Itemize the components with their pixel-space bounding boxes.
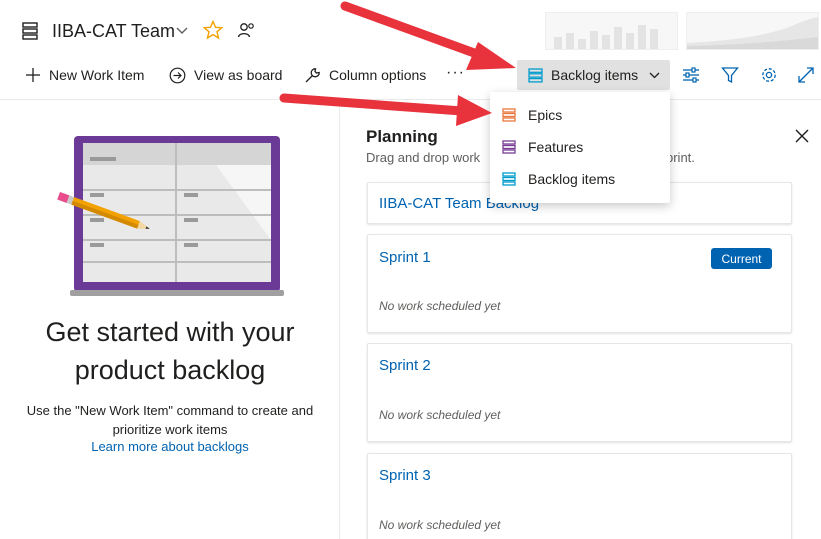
chevron-down-icon[interactable] [175,24,189,38]
cumulative-flow-thumbnail[interactable] [686,12,819,50]
backlog-level-label: Backlog items [551,67,639,83]
people-settings-icon[interactable] [237,21,255,39]
sprint-title[interactable]: Sprint 3 [379,467,431,484]
no-work-text: No work scheduled yet [379,408,501,422]
menu-item-features[interactable]: Features [490,131,670,163]
wrench-icon [305,67,320,82]
menu-item-epics[interactable]: Epics [490,99,670,131]
planning-title: Planning [366,127,438,146]
sprint-title[interactable]: Sprint 2 [379,357,431,374]
current-badge: Current [711,248,772,269]
no-work-text: No work scheduled yet [379,299,501,313]
planning-subtitle: Drag and drop work [366,150,481,165]
backlog-icon [22,22,38,40]
column-options-label: Column options [329,67,427,83]
view-as-board-label: View as board [194,67,283,83]
no-work-text: No work scheduled yet [379,518,501,532]
menu-item-backlog-items[interactable]: Backlog items [490,163,670,195]
close-icon[interactable] [794,128,810,144]
epic-icon [502,108,516,122]
view-as-board-button[interactable]: View as board [169,62,282,88]
sprint-card[interactable]: Sprint 1 Current No work scheduled yet [367,234,792,333]
expand-icon[interactable] [797,66,815,84]
menu-item-label: Features [528,139,584,155]
more-actions-button[interactable]: ··· [446,64,465,82]
menu-item-label: Backlog items [528,171,616,187]
arrow-to-backlog-button [340,1,516,70]
backlog-level-menu: Epics Features Backlog items [490,92,670,203]
backlog-illustration [57,136,284,296]
learn-more-link[interactable]: Learn more about backlogs [0,439,340,454]
feature-icon [502,140,516,154]
backlog-items-icon [502,172,516,186]
empty-state-description: Use the "New Work Item" command to creat… [26,403,314,437]
new-work-item-button[interactable]: New Work Item [25,62,144,88]
team-name[interactable]: IIBA-CAT Team [52,21,175,42]
filter-icon[interactable] [721,66,739,84]
sprint-card[interactable]: Sprint 2 No work scheduled yet [367,343,792,442]
menu-item-label: Epics [528,107,563,123]
column-options-button[interactable]: Column options [304,62,426,88]
arrow-circle-icon [169,67,186,83]
chevron-down-icon [649,72,660,78]
backlog-items-icon [528,67,543,83]
gear-icon[interactable] [760,66,778,84]
settings-sliders-icon[interactable] [682,66,700,84]
empty-state-title: Get started with your product backlog [45,317,295,385]
velocity-chart-thumbnail[interactable] [545,12,678,50]
sprint-title[interactable]: Sprint 1 [379,249,431,266]
planning-subtitle-tail: print. [666,150,695,165]
star-icon[interactable] [203,20,223,40]
plus-icon [26,68,40,82]
sprint-card[interactable]: Sprint 3 No work scheduled yet [367,453,792,539]
new-work-item-label: New Work Item [49,67,145,83]
backlog-level-dropdown[interactable]: Backlog items [517,60,670,90]
